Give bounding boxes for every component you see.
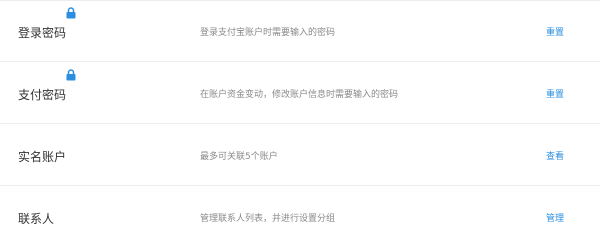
row-label: 登录密码 [18, 26, 67, 40]
reset-payment-password-link[interactable]: 重置 [546, 90, 564, 101]
settings-row-login-password: 登录密码 登录支付宝账户时需要输入的密码 重置 [0, 0, 600, 62]
settings-row-verified-accounts: 实名账户 最多可关联5个账户 查看 [0, 124, 600, 186]
row-description: 登录支付宝账户时需要输入的密码 [200, 28, 336, 38]
manage-contacts-link[interactable]: 管理 [546, 214, 564, 225]
row-label: 联系人 [18, 212, 55, 226]
security-settings-list: 登录密码 登录支付宝账户时需要输入的密码 重置 支付密码 在账户资金变动，修改账… [0, 0, 600, 226]
row-description: 管理联系人列表，并进行设置分组 [200, 214, 336, 224]
settings-row-contacts: 联系人 管理联系人列表，并进行设置分组 管理 [0, 186, 600, 240]
row-label: 实名账户 [18, 150, 67, 164]
settings-row-payment-password: 支付密码 在账户资金变动，修改账户信息时需要输入的密码 重置 [0, 62, 600, 124]
lock-icon [66, 66, 76, 81]
reset-login-password-link[interactable]: 重置 [546, 28, 564, 39]
row-label: 支付密码 [18, 88, 67, 102]
row-description: 在账户资金变动，修改账户信息时需要输入的密码 [200, 90, 399, 100]
view-accounts-link[interactable]: 查看 [546, 152, 564, 163]
row-description: 最多可关联5个账户 [200, 152, 278, 162]
lock-icon [66, 4, 76, 19]
